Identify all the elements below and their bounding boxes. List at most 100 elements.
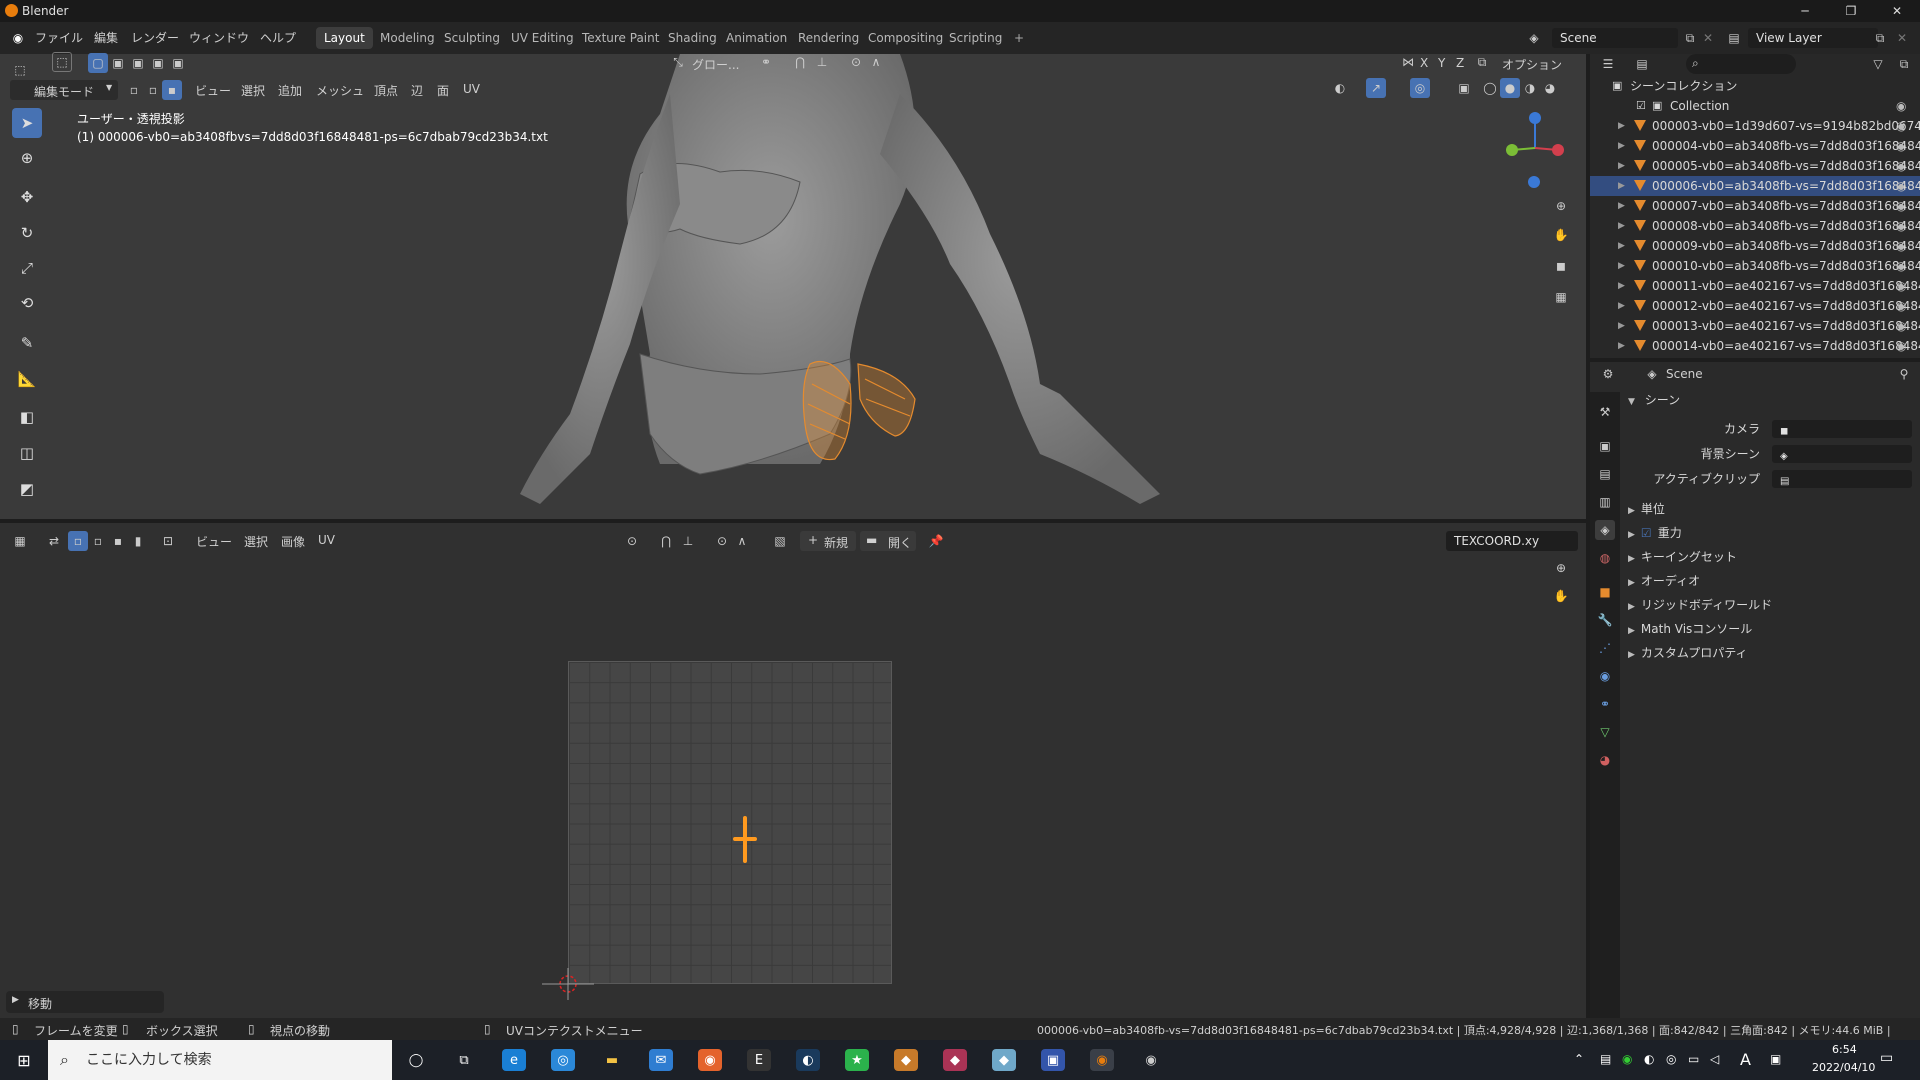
outliner-scene-collection[interactable]: ▣ シーンコレクション <box>1590 76 1920 96</box>
tab-texture-paint[interactable]: Texture Paint <box>574 27 667 49</box>
material-shading-icon[interactable]: ◑ <box>1520 78 1540 98</box>
scale-tool-icon[interactable]: ⤢ <box>12 253 42 283</box>
uv-sync-icon[interactable]: ⇄ <box>44 531 64 551</box>
select-extend-icon[interactable]: ▣ <box>108 53 128 73</box>
outliner-collection[interactable]: ☑ ▣ Collection ◉ <box>1590 96 1920 116</box>
overlays-icon[interactable]: ◎ <box>1410 78 1430 98</box>
uv-menu-image[interactable]: 画像 <box>281 533 305 550</box>
outliner-item[interactable]: ▶ 000006-vb0=ab3408fb-vs=7dd8d03f168484f ◉ <box>1590 176 1920 196</box>
visibility-icon[interactable]: ◐ <box>1330 78 1350 98</box>
app-icon-6[interactable]: ◆ <box>992 1049 1016 1071</box>
material-tab-icon[interactable]: ◕ <box>1595 750 1615 770</box>
ime-indicator[interactable]: A <box>1740 1050 1751 1069</box>
new-view-layer-icon[interactable]: ⧉ <box>1870 28 1890 48</box>
uv-pivot-icon[interactable]: ⊙ <box>622 531 642 551</box>
viewlayer-icon[interactable]: ▤ <box>1724 28 1744 48</box>
outliner-item[interactable]: ▶ 000014-vb0=ae402167-vs=7dd8d03f168484 ◉ <box>1590 336 1920 356</box>
eye-icon[interactable]: ◉ <box>1896 336 1906 356</box>
tab-shading[interactable]: Shading <box>660 27 725 49</box>
tab-modeling[interactable]: Modeling <box>372 27 443 49</box>
3d-viewport[interactable] <box>0 54 1586 519</box>
uv-vertex-mode-icon[interactable]: ▫ <box>68 531 88 551</box>
uv-editor-type-icon[interactable]: ▦ <box>10 531 30 551</box>
outliner-item[interactable]: ▶ 000009-vb0=ab3408fb-vs=7dd8d03f168484f ◉ <box>1590 236 1920 256</box>
uv-snap-icon[interactable]: ⋂ <box>656 531 676 551</box>
tab-uv-editing[interactable]: UV Editing <box>503 27 582 49</box>
select-box-icon[interactable]: ▢ <box>88 53 108 73</box>
eye-icon[interactable]: ◉ <box>1896 156 1906 176</box>
add-workspace-button[interactable]: + <box>1006 27 1032 49</box>
delete-scene-icon[interactable]: ✕ <box>1698 28 1718 48</box>
menu-help[interactable]: ヘルプ <box>260 29 296 46</box>
pan-hand-icon[interactable]: ✋ <box>1551 225 1571 245</box>
falloff-icon[interactable]: ∧ <box>866 52 886 72</box>
expand-arrow-icon[interactable]: ▶ <box>1618 256 1625 276</box>
transform-tool-icon[interactable]: ⟲ <box>12 288 42 318</box>
uv-pan-hand-icon[interactable]: ✋ <box>1551 586 1571 606</box>
background-scene-field[interactable]: ◈ <box>1772 445 1912 463</box>
eye-icon[interactable]: ◉ <box>1896 256 1906 276</box>
menu-render[interactable]: レンダー <box>131 29 179 46</box>
vp-menu-mesh[interactable]: メッシュ <box>316 82 364 99</box>
move-tool-icon[interactable]: ✥ <box>12 182 42 212</box>
mirror-icon[interactable]: ⋈ <box>1398 52 1418 72</box>
properties-section[interactable]: ▶ 単位 <box>1628 498 1918 520</box>
properties-section[interactable]: ▶ ☑ 重力 <box>1628 522 1918 544</box>
mode-dropdown[interactable]: 編集モード ▼ <box>10 80 118 100</box>
filter-icon[interactable]: ▽ <box>1868 54 1888 74</box>
network-icon[interactable]: ▭ <box>1688 1052 1699 1066</box>
camera-view-icon[interactable]: ◼ <box>1551 256 1571 276</box>
vp-menu-uv[interactable]: UV <box>463 82 480 96</box>
outliner-item[interactable]: ▶ 000003-vb0=1d39d607-vs=9194b82bd0674 ◉ <box>1590 116 1920 136</box>
camera-field[interactable]: ◼ <box>1772 420 1912 438</box>
app-icon-2[interactable]: ◉ <box>698 1049 722 1071</box>
app-icon-4[interactable]: ◆ <box>894 1049 918 1071</box>
uv-snap-target-icon[interactable]: ⊥ <box>678 531 698 551</box>
modifier-tab-icon[interactable]: 🔧 <box>1595 610 1615 630</box>
options-dropdown[interactable]: オプション <box>1502 56 1562 73</box>
physics-tab-icon[interactable]: ◉ <box>1595 666 1615 686</box>
outliner-item[interactable]: ▶ 000010-vb0=ab3408fb-vs=7dd8d03f168484f ◉ <box>1590 256 1920 276</box>
ime-pad-icon[interactable]: ▣ <box>1770 1052 1781 1066</box>
vp-menu-edge[interactable]: 辺 <box>411 82 423 99</box>
rotate-tool-icon[interactable]: ↻ <box>12 218 42 248</box>
open-image-button[interactable]: ▬ 開く <box>860 531 916 551</box>
inset-tool-icon[interactable]: ◫ <box>12 438 42 468</box>
eye-icon[interactable]: ◉ <box>1896 296 1906 316</box>
world-tab-icon[interactable]: ◍ <box>1595 548 1615 568</box>
outliner-item[interactable]: ▶ 000013-vb0=ae402167-vs=7dd8d03f168484 ◉ <box>1590 316 1920 336</box>
expand-arrow-icon[interactable]: ▶ <box>1618 296 1625 316</box>
editor-type-icon[interactable]: ⬚ <box>10 60 30 80</box>
bevel-tool-icon[interactable]: ◩ <box>12 474 42 504</box>
uv-menu-view[interactable]: ビュー <box>196 533 232 550</box>
delete-view-layer-icon[interactable]: ✕ <box>1892 28 1912 48</box>
last-operator-panel[interactable]: ▶ 移動 <box>6 991 164 1013</box>
uv-face-mode-icon[interactable]: ▪ <box>108 531 128 551</box>
cortana-icon[interactable]: ◯ <box>404 1049 428 1071</box>
app-icon-7[interactable]: ▣ <box>1041 1049 1065 1071</box>
navigation-gizmo[interactable] <box>1500 108 1570 198</box>
eye-icon[interactable]: ◉ <box>1896 216 1906 236</box>
taskbar-search-input[interactable]: ⌕ ここに入力して検索 <box>48 1040 392 1080</box>
file-explorer-icon[interactable]: ▬ <box>600 1049 624 1071</box>
clock-time[interactable]: 6:54 <box>1832 1043 1857 1056</box>
uv-zoom-icon[interactable]: ⊕ <box>1551 558 1571 578</box>
tray-app-icon-2[interactable]: ◐ <box>1644 1052 1654 1066</box>
zoom-icon[interactable]: ⊕ <box>1551 196 1571 216</box>
outliner-search-input[interactable]: ⌕ <box>1686 54 1796 74</box>
eye-icon[interactable]: ◉ <box>1896 316 1906 336</box>
uv-falloff-icon[interactable]: ∧ <box>732 531 752 551</box>
outliner[interactable]: ☰ ▤ ⌕ ▽ ⧉ ▣ シーンコレクション ☑ ▣ Collection ◉ ▶… <box>1590 54 1920 358</box>
particles-tab-icon[interactable]: ⋰ <box>1595 638 1615 658</box>
properties-section[interactable]: ▶ オーディオ <box>1628 570 1918 592</box>
gizmo-icon[interactable]: ↗ <box>1366 78 1386 98</box>
display-mode-icon[interactable]: ▤ <box>1632 54 1652 74</box>
tray-app-icon[interactable]: ◉ <box>1622 1052 1632 1066</box>
uv-edge-mode-icon[interactable]: ▫ <box>88 531 108 551</box>
outliner-editor-icon[interactable]: ☰ <box>1598 54 1618 74</box>
properties-editor-icon[interactable]: ⚙ <box>1598 364 1618 384</box>
proportional-edit-icon[interactable]: ⊙ <box>846 52 866 72</box>
vp-menu-add[interactable]: 追加 <box>278 82 302 99</box>
minimize-button[interactable]: ─ <box>1782 0 1828 22</box>
auto-merge-icon[interactable]: ⧉ <box>1472 52 1492 72</box>
